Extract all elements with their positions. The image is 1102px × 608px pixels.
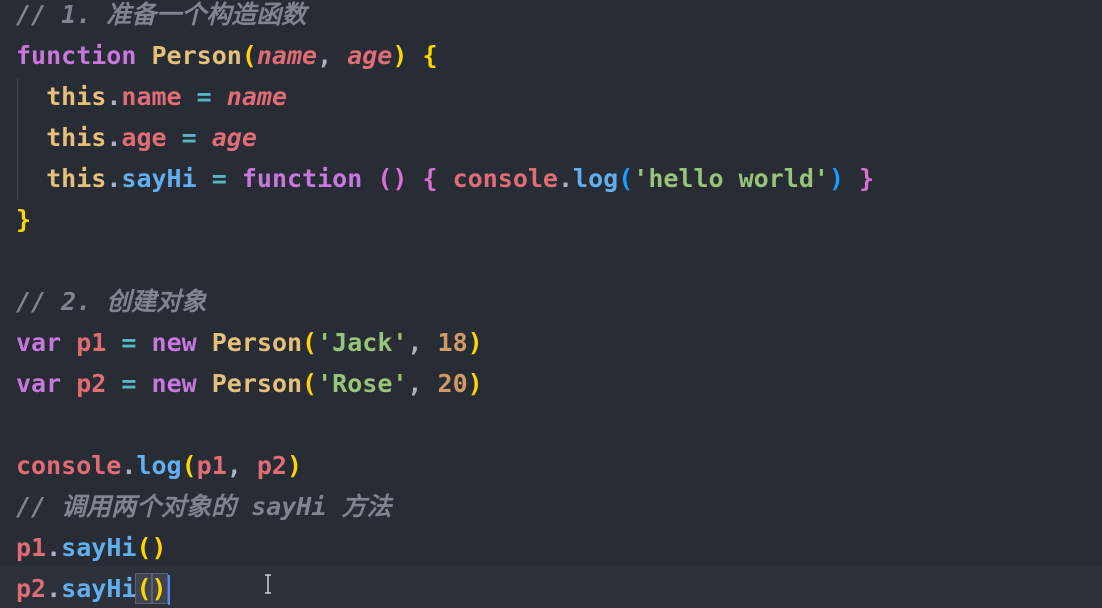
value: age [211, 123, 257, 152]
brace-open: { [422, 164, 438, 193]
code-line-9[interactable]: var p1 = new Person('Jack', 18) [16, 322, 483, 363]
assign-op: = [211, 164, 227, 193]
assign-op: = [181, 123, 197, 152]
console-object: console [16, 451, 122, 480]
property: sayHi [121, 164, 197, 193]
paren-close: ) [392, 41, 408, 70]
variable-name: p1 [76, 328, 107, 357]
object-p2: p2 [16, 574, 47, 603]
code-line-13[interactable]: // 调用两个对象的 sayHi 方法 [16, 486, 392, 527]
number-literal: 18 [437, 328, 468, 357]
paren-close: ) [467, 369, 483, 398]
code-line-8[interactable]: // 2. 创建对象 [16, 281, 206, 322]
property: age [121, 123, 167, 152]
paren-open: ( [136, 533, 152, 562]
console-object: console [452, 164, 558, 193]
brace-close: } [859, 164, 875, 193]
paren-close-matched: ) [150, 573, 168, 604]
assign-op: = [121, 369, 137, 398]
paren-open: ( [302, 328, 318, 357]
dot: . [121, 451, 137, 480]
keyword-function: function [16, 41, 137, 70]
this-keyword: this [46, 164, 107, 193]
dot: . [557, 164, 574, 193]
keyword-new: new [151, 369, 197, 398]
dot: . [46, 533, 62, 562]
comma: , [407, 369, 438, 398]
argument: p2 [256, 451, 287, 480]
code-line-10[interactable]: var p2 = new Person('Rose', 20) [16, 363, 483, 404]
dot: . [106, 164, 122, 193]
code-editor[interactable]: // 1. 准备一个构造函数 function Person(name, age… [0, 0, 1102, 608]
method-sayhi: sayHi [61, 533, 137, 562]
paren-close: ) [467, 328, 483, 357]
comma: , [317, 41, 348, 70]
comma: , [407, 328, 438, 357]
argument: p1 [196, 451, 227, 480]
paren-open: ( [302, 369, 318, 398]
number-literal: 20 [437, 369, 468, 398]
text-cursor [167, 575, 170, 605]
method-sayhi: sayHi [61, 574, 137, 603]
value: name [226, 82, 288, 111]
code-line-14[interactable]: p1.sayHi() [16, 527, 167, 568]
paren-open: ( [241, 41, 257, 70]
function-name: Person [151, 41, 242, 70]
keyword-function: function [241, 164, 363, 193]
code-line-12[interactable]: console.log(p1, p2) [16, 445, 302, 486]
dot: . [46, 574, 62, 603]
code-line-6[interactable]: } [16, 199, 31, 240]
comment: // 2. 创建对象 [16, 287, 207, 316]
method-log: log [573, 164, 619, 193]
code-line-4[interactable]: this.age = age [16, 117, 257, 158]
assign-op: = [121, 328, 137, 357]
brace-close: } [16, 205, 32, 234]
this-keyword: this [46, 82, 107, 111]
comment: // 调用两个对象的 sayHi 方法 [16, 492, 392, 521]
code-line-15[interactable]: p2.sayHi() [16, 568, 170, 608]
param-age: age [347, 41, 393, 70]
code-line-3[interactable]: this.name = name [16, 76, 287, 117]
code-line-2[interactable]: function Person(name, age) { [16, 35, 438, 76]
string-literal: 'hello world' [633, 164, 829, 193]
string-literal: 'Jack' [317, 328, 408, 357]
class-name: Person [211, 369, 303, 398]
property: name [121, 82, 182, 111]
ibeam-cursor-icon [265, 574, 271, 594]
comment: // 1. 准备一个构造函数 [16, 0, 307, 29]
keyword-var: var [16, 328, 62, 357]
string-literal: 'Rose' [317, 369, 408, 398]
brace-open: { [422, 41, 438, 70]
paren-close: ) [151, 533, 167, 562]
dot: . [106, 123, 122, 152]
paren-open: ( [181, 451, 197, 480]
keyword-new: new [151, 328, 197, 357]
code-line-5[interactable]: this.sayHi = function () { console.log('… [16, 158, 874, 199]
paren-close: ) [828, 164, 844, 193]
this-keyword: this [46, 123, 107, 152]
parens: () [377, 164, 408, 193]
paren-open: ( [618, 164, 634, 193]
paren-open-matched: ( [135, 573, 153, 604]
method-log: log [136, 451, 182, 480]
comma: , [226, 451, 257, 480]
variable-name: p2 [76, 369, 107, 398]
paren-close: ) [286, 451, 303, 480]
assign-op: = [196, 82, 212, 111]
code-line-1[interactable]: // 1. 准备一个构造函数 [16, 0, 306, 35]
keyword-var: var [16, 369, 62, 398]
dot: . [106, 82, 122, 111]
class-name: Person [211, 328, 303, 357]
param-name: name [256, 41, 318, 70]
object-p1: p1 [16, 533, 47, 562]
